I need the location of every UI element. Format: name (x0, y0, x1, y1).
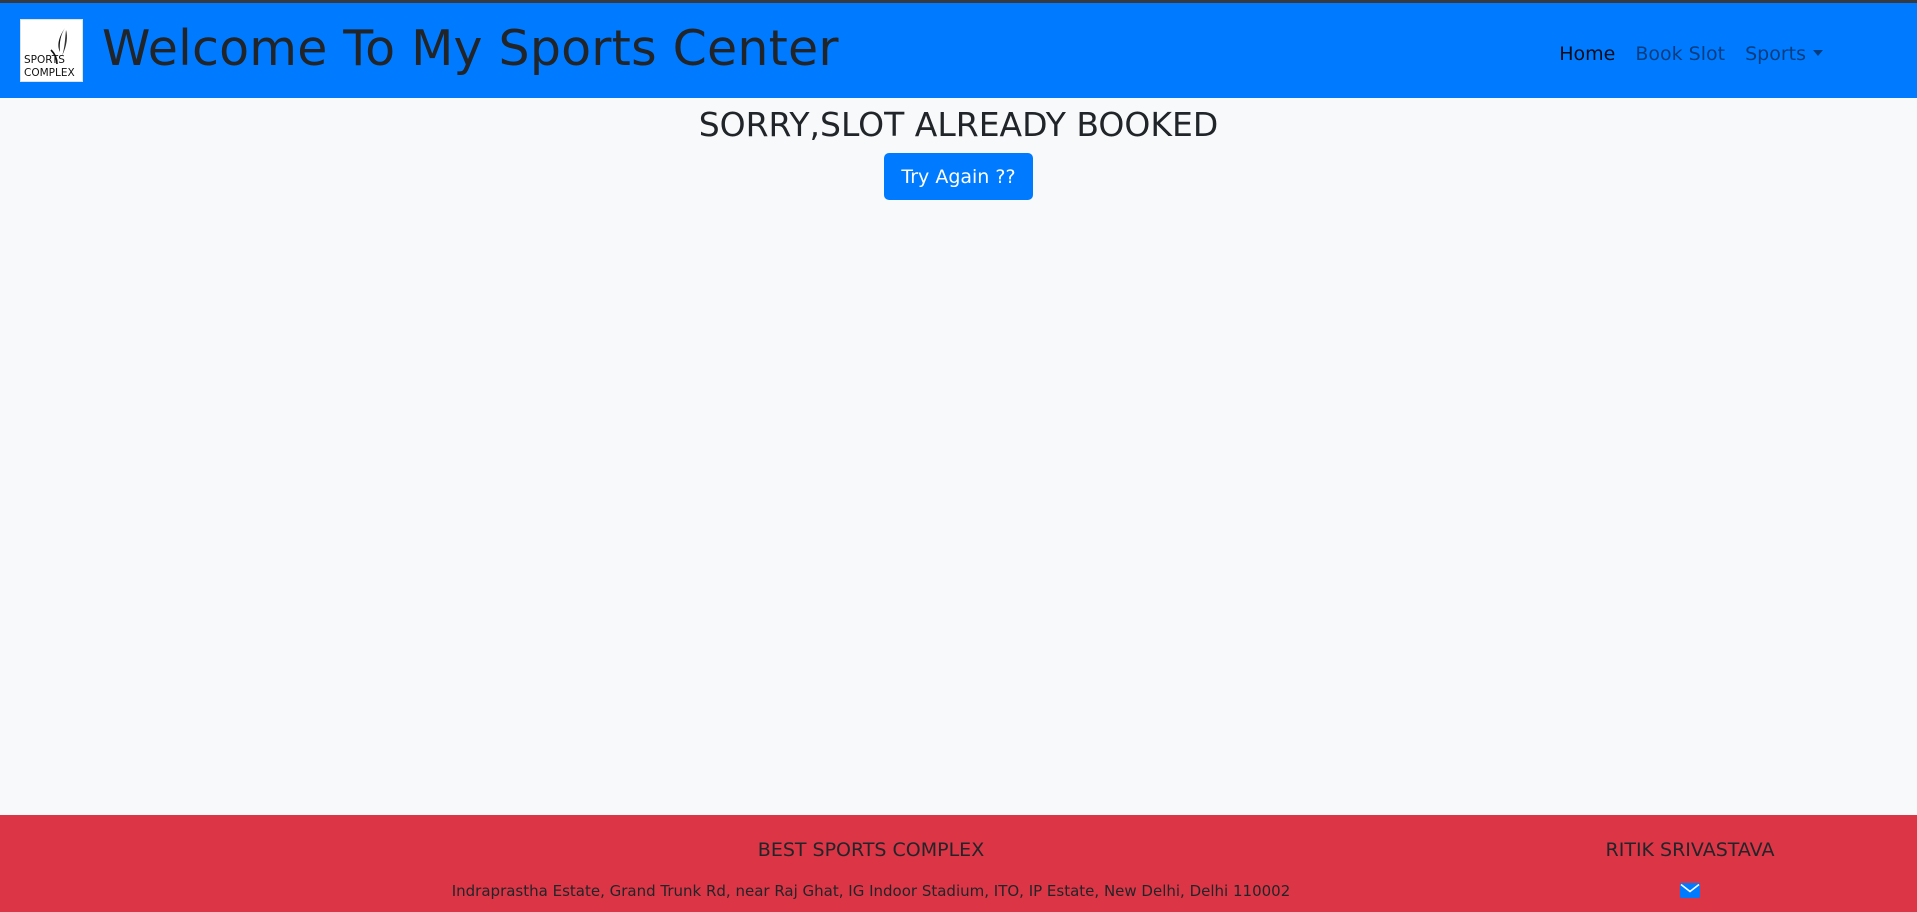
main-content: SORRY,SLOT ALREADY BOOKED Try Again ?? (0, 98, 1917, 200)
envelope-icon[interactable] (1680, 883, 1700, 902)
footer-owner-name: RITIK SRIVASTAVA (1605, 839, 1775, 861)
booking-error-message: SORRY,SLOT ALREADY BOOKED (698, 105, 1219, 144)
main-nav: Home Book Slot Sports (1549, 41, 1833, 67)
footer: BEST SPORTS COMPLEX Indraprastha Estate,… (0, 815, 1917, 912)
sports-complex-logo[interactable]: SPORTS COMPLEX (20, 19, 83, 82)
logo-text-complex: COMPLEX (24, 67, 75, 79)
logo-text-sports: SPORTS (24, 54, 65, 66)
navbar: SPORTS COMPLEX Welcome To My Sports Cent… (0, 0, 1917, 98)
footer-address: Indraprastha Estate, Grand Trunk Rd, nea… (451, 882, 1291, 900)
try-again-button[interactable]: Try Again ?? (884, 153, 1033, 200)
nav-link-book-slot[interactable]: Book Slot (1625, 41, 1735, 67)
caret-down-icon (1813, 50, 1823, 56)
nav-link-home[interactable]: Home (1549, 41, 1625, 67)
site-title: Welcome To My Sports Center (102, 20, 839, 77)
nav-dropdown-sports-label: Sports (1745, 43, 1806, 65)
footer-company-name: BEST SPORTS COMPLEX (757, 839, 985, 861)
logo-graphic: SPORTS COMPLEX (21, 20, 82, 81)
nav-dropdown-sports[interactable]: Sports (1735, 41, 1833, 67)
